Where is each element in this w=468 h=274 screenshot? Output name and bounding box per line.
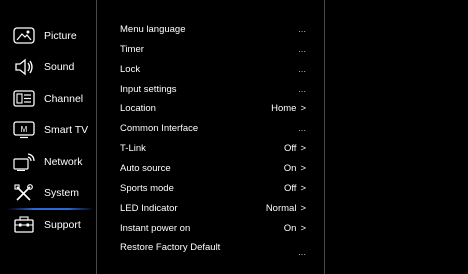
- chevron-right-icon: >: [300, 223, 306, 234]
- sidebar-item-channel[interactable]: Channel: [12, 88, 94, 110]
- sidebar-item-label: Sound: [44, 61, 75, 73]
- sidebar-item-label: Smart TV: [44, 124, 89, 136]
- preview-panel: [325, 0, 468, 274]
- sidebar-item-label: Channel: [44, 93, 84, 105]
- menu-item-value: ...: [298, 84, 306, 95]
- menu-item-value: ...: [298, 247, 306, 258]
- chevron-right-icon: >: [300, 163, 306, 174]
- sidebar-item-label: System: [44, 187, 80, 199]
- menu-item-restore-factory-default[interactable]: Restore Factory Default ...: [120, 239, 310, 258]
- channel-icon: [12, 89, 36, 109]
- menu-item-menu-language[interactable]: Menu language ...: [120, 21, 310, 39]
- sidebar-item-label: Support: [44, 219, 81, 231]
- selection-indicator: [8, 208, 94, 210]
- menu-item-sports-mode[interactable]: Sports mode Off >: [120, 180, 310, 198]
- menu-item-led-indicator[interactable]: LED Indicator Normal >: [120, 200, 310, 218]
- support-icon: [12, 215, 36, 235]
- sidebar-item-picture[interactable]: Picture: [12, 25, 94, 47]
- menu-item-value: ...: [298, 24, 306, 35]
- sidebar-item-sound[interactable]: Sound: [12, 56, 94, 78]
- menu-item-value: ...: [298, 123, 306, 134]
- chevron-right-icon: >: [300, 143, 306, 154]
- sidebar-item-label: Picture: [44, 30, 77, 42]
- sidebar-item-label: Network: [44, 156, 83, 168]
- chevron-right-icon: >: [300, 203, 306, 214]
- menu-item-value: On >: [284, 160, 306, 178]
- smart-tv-icon: M: [12, 120, 36, 140]
- tools-icon: [12, 183, 36, 203]
- system-settings-menu: Menu language ... Timer ... Lock ... Inp…: [97, 0, 324, 274]
- menu-item-value: Normal >: [266, 200, 306, 218]
- menu-item-lock[interactable]: Lock ...: [120, 61, 310, 79]
- chevron-right-icon: >: [300, 103, 306, 114]
- network-icon: [12, 152, 36, 172]
- menu-item-instant-power-on[interactable]: Instant power on On >: [120, 220, 310, 238]
- menu-item-value: On >: [284, 220, 306, 238]
- picture-icon: [12, 26, 36, 46]
- sidebar-item-support[interactable]: Support: [12, 214, 94, 236]
- menu-item-auto-source[interactable]: Auto source On >: [120, 160, 310, 178]
- menu-item-value: Home >: [271, 100, 306, 118]
- sidebar-item-system[interactable]: System: [12, 182, 94, 204]
- speaker-icon: [12, 57, 36, 77]
- chevron-right-icon: >: [300, 183, 306, 194]
- sidebar-item-network[interactable]: Network: [12, 151, 94, 173]
- menu-item-input-settings[interactable]: Input settings ...: [120, 81, 310, 99]
- sidebar-item-smart-tv[interactable]: M Smart TV: [12, 119, 94, 141]
- menu-item-value: ...: [298, 44, 306, 55]
- svg-text:M: M: [21, 125, 28, 134]
- menu-item-value: Off >: [284, 180, 306, 198]
- category-sidebar: Picture Sound Channel M Smart TV Network…: [0, 0, 96, 274]
- menu-item-value: Off >: [284, 140, 306, 158]
- menu-item-t-link[interactable]: T-Link Off >: [120, 140, 310, 158]
- menu-item-common-interface[interactable]: Common Interface ...: [120, 120, 310, 138]
- menu-item-value: ...: [298, 64, 306, 75]
- menu-item-location[interactable]: Location Home >: [120, 100, 310, 118]
- menu-item-timer[interactable]: Timer ...: [120, 41, 310, 59]
